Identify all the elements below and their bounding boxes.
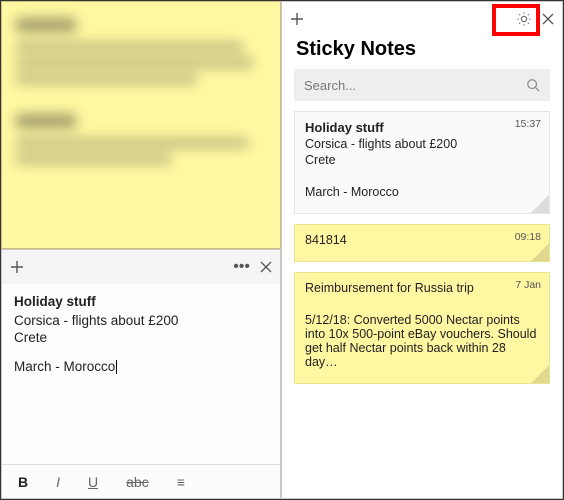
bold-button[interactable]: B xyxy=(18,474,28,490)
blurred-content xyxy=(12,18,270,164)
folded-corner-icon xyxy=(531,365,549,383)
list-topbar xyxy=(282,2,562,36)
app-title: Sticky Notes xyxy=(282,36,562,69)
note-card-line: Corsica - flights about £200 xyxy=(305,137,539,151)
more-icon[interactable]: ••• xyxy=(233,259,250,275)
background-sticky-note xyxy=(1,1,281,249)
notes-list-window: Sticky Notes Search... 15:37Holiday stuf… xyxy=(281,1,563,499)
close-icon[interactable] xyxy=(542,13,554,25)
note-card-title: Holiday stuff xyxy=(305,120,539,135)
close-icon[interactable] xyxy=(260,261,272,273)
note-timestamp: 7 Jan xyxy=(515,279,541,291)
add-note-icon[interactable] xyxy=(290,12,304,26)
note-card-line: Reimbursement for Russia trip xyxy=(305,281,539,295)
note-card-line: March - Morocco xyxy=(305,185,539,199)
search-input[interactable]: Search... xyxy=(294,69,550,101)
note-line: Corsica - flights about £200 xyxy=(14,313,268,328)
search-icon xyxy=(526,78,540,92)
open-sticky-note: ••• Holiday stuff Corsica - flights abou… xyxy=(1,249,281,499)
text-cursor xyxy=(116,360,117,374)
note-body[interactable]: Holiday stuff Corsica - flights about £2… xyxy=(2,284,280,464)
format-toolbar: B I U abc ≡ xyxy=(2,464,280,498)
folded-corner-icon xyxy=(531,195,549,213)
note-card-line: 5/12/18: Converted 5000 Nectar points in… xyxy=(305,313,539,369)
note-line: Crete xyxy=(14,330,268,345)
note-timestamp: 15:37 xyxy=(515,118,541,130)
note-card[interactable]: 15:37Holiday stuff Corsica - flights abou… xyxy=(294,111,550,214)
folded-corner-icon xyxy=(531,243,549,261)
strike-button[interactable]: abc xyxy=(126,474,149,490)
note-line: March - Morocco xyxy=(14,359,268,374)
search-placeholder: Search... xyxy=(304,78,356,93)
note-titlebar: ••• xyxy=(2,250,280,284)
note-card-line xyxy=(305,297,539,311)
list-button[interactable]: ≡ xyxy=(177,474,185,490)
note-card[interactable]: 7 JanReimbursement for Russia trip 5/12/… xyxy=(294,272,550,384)
note-card-line: Crete xyxy=(305,153,539,167)
add-note-icon[interactable] xyxy=(10,260,24,274)
underline-button[interactable]: U xyxy=(88,474,98,490)
note-title: Holiday stuff xyxy=(14,294,268,309)
note-card[interactable]: 09:18841814 xyxy=(294,224,550,262)
note-card-line: 841814 xyxy=(305,233,539,247)
note-card-line xyxy=(305,169,539,183)
italic-button[interactable]: I xyxy=(56,474,60,490)
settings-gear-icon[interactable] xyxy=(516,11,532,27)
notes-list: 15:37Holiday stuff Corsica - flights abou… xyxy=(282,111,562,498)
note-timestamp: 09:18 xyxy=(515,231,541,243)
left-column: ••• Holiday stuff Corsica - flights abou… xyxy=(1,1,281,499)
